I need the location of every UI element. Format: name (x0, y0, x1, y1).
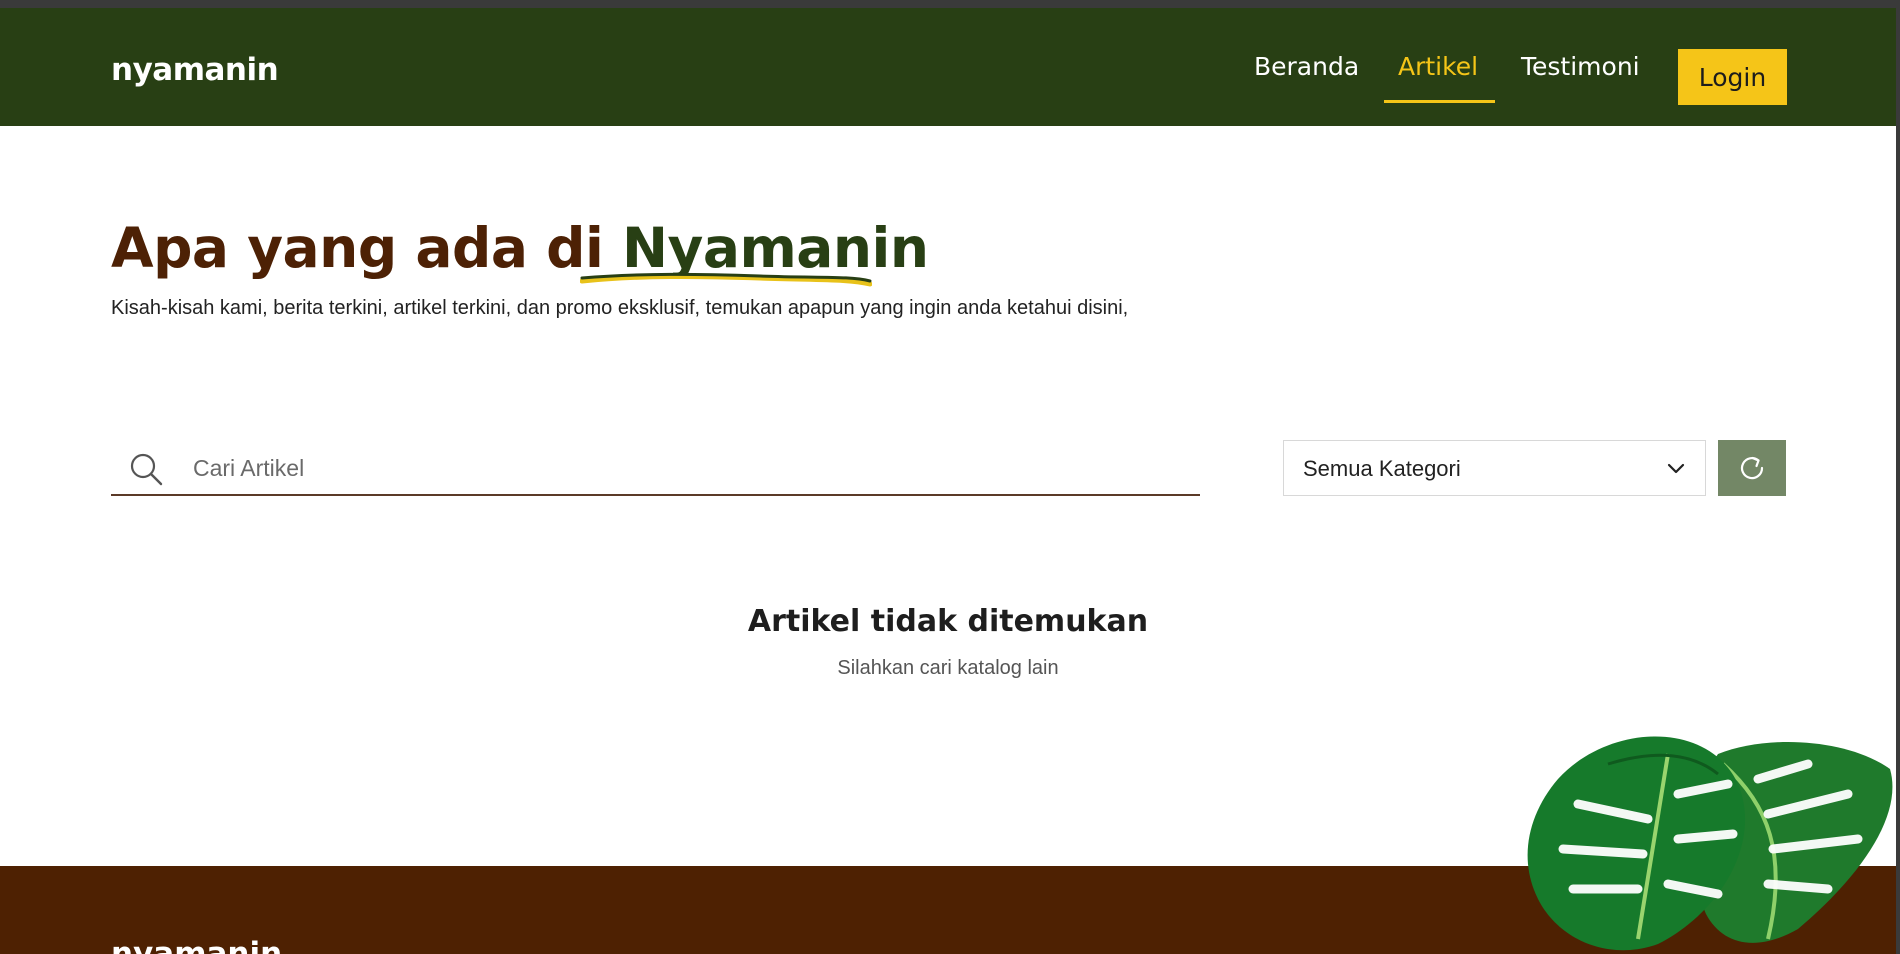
search-icon[interactable] (129, 452, 163, 486)
nav-link-beranda[interactable]: Beranda (1254, 52, 1359, 81)
refresh-icon (1740, 456, 1764, 480)
page-subtitle: Kisah-kisah kami, berita terkini, artike… (111, 297, 1129, 319)
login-button[interactable]: Login (1678, 49, 1787, 105)
chevron-down-icon (1667, 463, 1685, 474)
browser-top-strip (0, 0, 1900, 8)
refresh-button[interactable] (1718, 440, 1786, 496)
page-title-accent: Nyamanin (621, 216, 929, 280)
page-title: Apa yang ada di Nyamanin (111, 216, 929, 280)
search-bar (111, 440, 1200, 496)
nav-link-testimoni[interactable]: Testimoni (1521, 52, 1640, 81)
page-title-prefix: Apa yang ada di (111, 216, 622, 280)
title-underline-squiggle (580, 272, 872, 287)
monstera-leaf-decoration (1527, 736, 1893, 951)
footer-brand: nyamanin (111, 936, 283, 954)
brand-logo[interactable]: nyamanin (111, 52, 279, 88)
nav-link-artikel[interactable]: Artikel (1398, 52, 1478, 81)
top-navbar: nyamanin Beranda Artikel Testimoni Login (0, 8, 1896, 126)
empty-state-subtitle: Silahkan cari katalog lain (837, 657, 1059, 679)
search-input[interactable] (193, 448, 1183, 488)
active-nav-underline (1384, 100, 1495, 103)
empty-state-title: Artikel tidak ditemukan (747, 604, 1149, 639)
category-select-value: Semua Kategori (1303, 456, 1461, 481)
category-select[interactable]: Semua Kategori (1283, 440, 1706, 496)
